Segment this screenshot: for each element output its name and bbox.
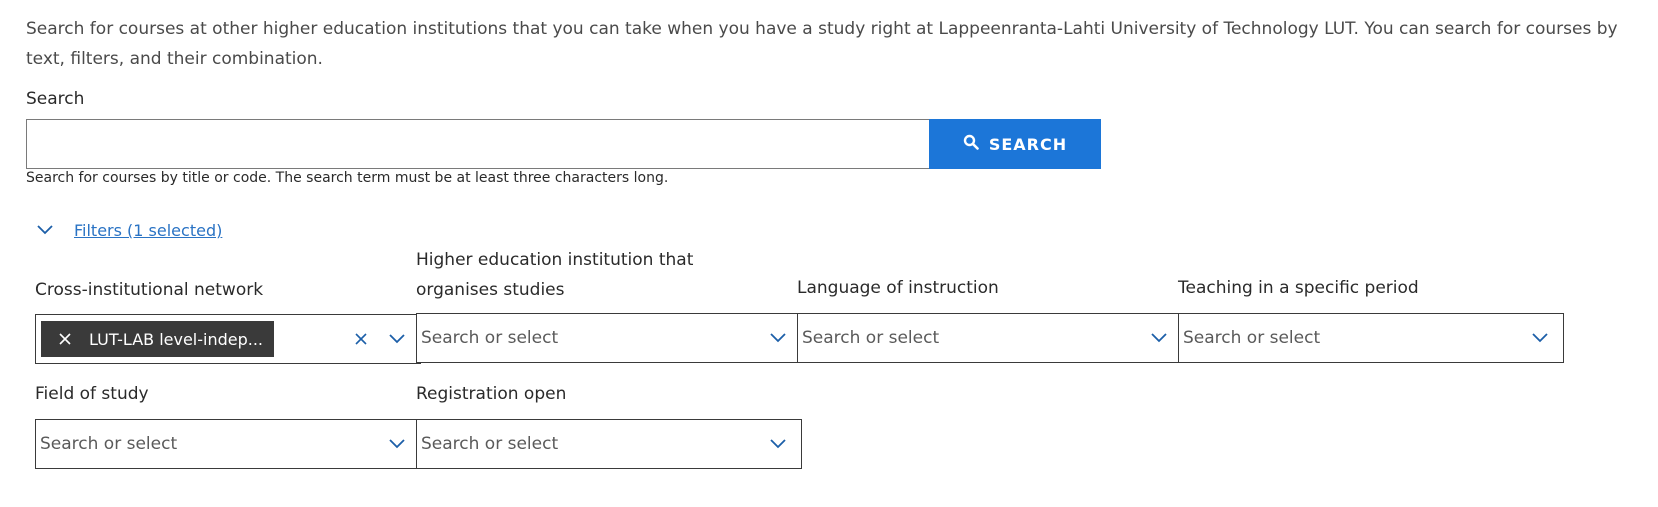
search-help-text: Search for courses by title or code. The… xyxy=(26,170,669,186)
filter-label-teaching-period: Teaching in a specific period xyxy=(1178,278,1419,298)
chevron-down-icon[interactable] xyxy=(767,327,789,349)
search-row: SEARCH xyxy=(26,119,1101,169)
filter-label-registration-open: Registration open xyxy=(416,384,567,404)
select-language-of-instruction[interactable]: Search or select xyxy=(797,313,1183,363)
chevron-down-icon[interactable] xyxy=(1148,327,1170,349)
select-registration-open[interactable]: Search or select xyxy=(416,419,802,469)
search-button-label: SEARCH xyxy=(988,134,1068,154)
chevron-down-icon xyxy=(36,221,54,240)
select-placeholder: Search or select xyxy=(802,328,940,348)
selected-chip: LUT-LAB level-indep... xyxy=(41,321,274,357)
search-icon xyxy=(963,134,979,154)
chevron-down-icon[interactable] xyxy=(386,433,408,455)
select-organising-institution[interactable]: Search or select xyxy=(416,313,802,363)
search-label: Search xyxy=(26,89,85,109)
search-button[interactable]: SEARCH xyxy=(929,119,1101,169)
select-field-of-study[interactable]: Search or select xyxy=(35,419,421,469)
filter-label-cross-institutional-network: Cross-institutional network xyxy=(35,280,264,300)
clear-selection-icon[interactable] xyxy=(350,328,372,350)
chevron-down-icon[interactable] xyxy=(386,328,408,350)
filters-link[interactable]: Filters (1 selected) xyxy=(74,221,222,240)
remove-chip-icon[interactable] xyxy=(55,329,75,349)
select-teaching-period[interactable]: Search or select xyxy=(1178,313,1564,363)
select-placeholder: Search or select xyxy=(40,434,178,454)
chevron-down-icon[interactable] xyxy=(1529,327,1551,349)
select-placeholder: Search or select xyxy=(1183,328,1321,348)
intro-text: Search for courses at other higher educa… xyxy=(26,19,1618,69)
select-placeholder: Search or select xyxy=(421,328,559,348)
filter-label-field-of-study: Field of study xyxy=(35,384,149,404)
filter-label-language-of-instruction: Language of instruction xyxy=(797,278,999,298)
chevron-down-icon[interactable] xyxy=(767,433,789,455)
filter-label-organising-institution: Higher education institution that organi… xyxy=(416,250,694,300)
chip-label: LUT-LAB level-indep... xyxy=(89,329,264,349)
select-cross-institutional-network[interactable]: LUT-LAB level-indep... xyxy=(35,314,421,364)
select-placeholder: Search or select xyxy=(421,434,559,454)
search-input[interactable] xyxy=(26,119,929,169)
filters-toggle[interactable]: Filters (1 selected) xyxy=(36,221,222,240)
